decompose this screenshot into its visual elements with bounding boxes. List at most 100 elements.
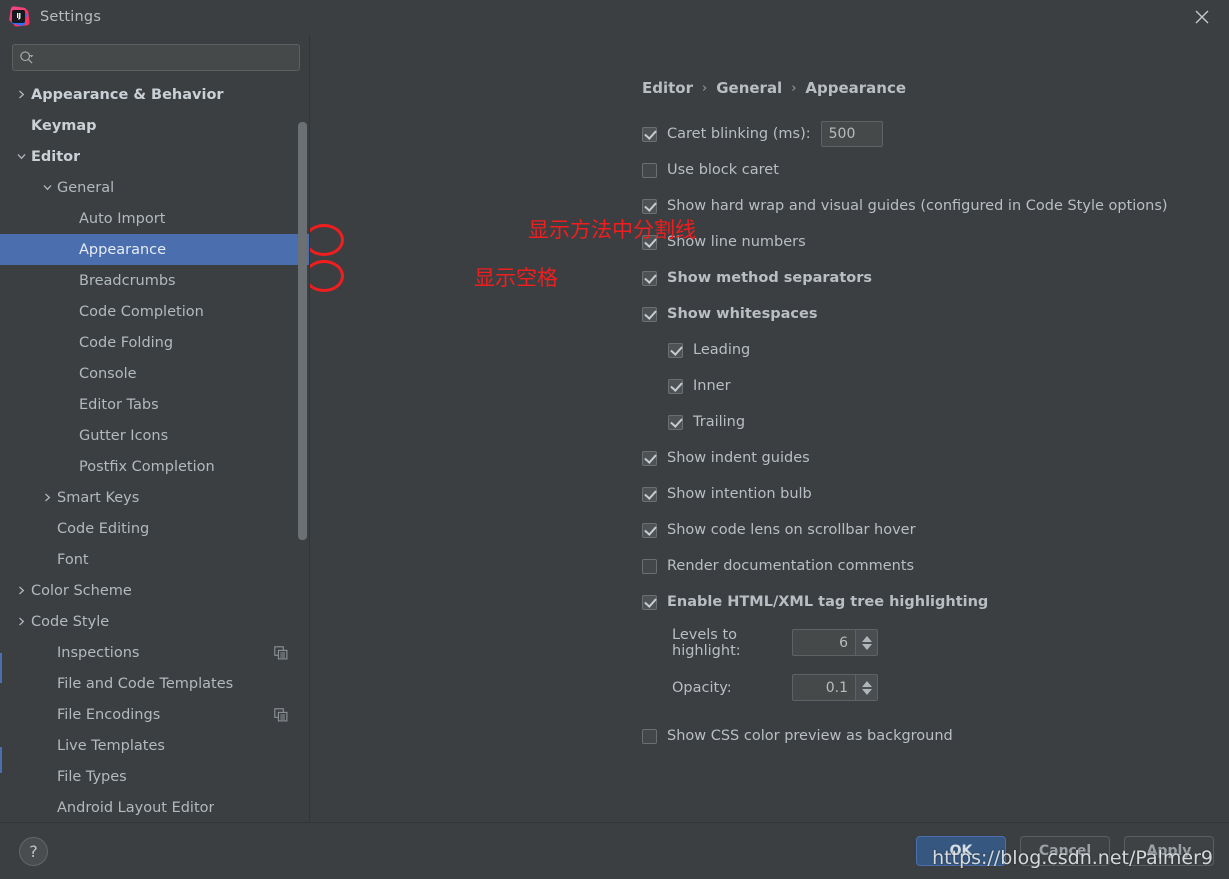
search-container: [0, 34, 310, 77]
label-opacity: Opacity:: [672, 679, 732, 696]
annotation-ellipse-method-separators: [310, 224, 344, 256]
settings-tree[interactable]: Appearance & Behavior Keymap Editor General…: [0, 77, 310, 822]
label-trailing: Trailing: [693, 414, 746, 430]
checkbox-show-method-separators[interactable]: [642, 270, 657, 286]
sidebar-item-general[interactable]: General: [0, 172, 310, 203]
sidebar-item-smart-keys[interactable]: Smart Keys: [0, 482, 310, 513]
breadcrumb-separator-1: ›: [702, 80, 708, 96]
checkbox-show-css-preview[interactable]: [642, 728, 657, 744]
spinner-down-icon[interactable]: [861, 643, 872, 650]
sidebar-item-label: Console: [79, 365, 137, 382]
row-show-method-separators: Show method separators: [642, 260, 1229, 296]
sidebar-item-appearance-behavior[interactable]: Appearance & Behavior: [0, 79, 310, 110]
label-show-method-separators: Show method separators: [667, 270, 872, 286]
sidebar-item-breadcrumbs[interactable]: Breadcrumbs: [0, 265, 310, 296]
sidebar-item-font[interactable]: Font: [0, 544, 310, 575]
breadcrumb-appearance[interactable]: Appearance: [805, 79, 906, 97]
spinner-up-icon[interactable]: [861, 635, 872, 642]
row-show-intention-bulb: Show intention bulb: [642, 476, 1229, 512]
label-use-block-caret: Use block caret: [667, 162, 779, 178]
spinner-value-opacity[interactable]: 0.1: [793, 675, 855, 700]
input-caret-blinking-ms[interactable]: 500: [820, 121, 883, 147]
checkbox-enable-html-xml[interactable]: [642, 594, 657, 610]
sidebar-item-label: Code Completion: [79, 303, 204, 320]
sidebar-scrollbar-thumb[interactable]: [298, 122, 307, 540]
sidebar-item-file-and-code-templates[interactable]: File and Code Templates: [0, 668, 310, 699]
sidebar-item-code-completion[interactable]: Code Completion: [0, 296, 310, 327]
sidebar-item-label: Code Editing: [57, 520, 150, 537]
sidebar-item-code-editing[interactable]: Code Editing: [0, 513, 310, 544]
sidebar-item-code-folding[interactable]: Code Folding: [0, 327, 310, 358]
checkbox-show-code-lens[interactable]: [642, 522, 657, 538]
label-render-doc-comments: Render documentation comments: [667, 558, 915, 574]
breadcrumb-separator-2: ›: [791, 80, 797, 96]
sidebar-item-label: File and Code Templates: [57, 675, 234, 692]
spinner-opacity[interactable]: 0.1: [792, 674, 878, 701]
chevron-right-icon[interactable]: [14, 584, 28, 598]
sidebar-item-code-style[interactable]: Code Style: [0, 606, 310, 637]
search-input[interactable]: [35, 50, 293, 65]
checkbox-use-block-caret[interactable]: [642, 162, 657, 178]
annotation-text-whitespaces: 显示空格: [474, 266, 558, 290]
checkbox-inner[interactable]: [668, 378, 683, 394]
sidebar-item-label: Inspections: [57, 644, 140, 661]
spinner-down-icon-opacity[interactable]: [861, 688, 872, 695]
sidebar-item-label: Gutter Icons: [79, 427, 169, 444]
sidebar-item-postfix-completion[interactable]: Postfix Completion: [0, 451, 310, 482]
row-show-indent-guides: Show indent guides: [642, 440, 1229, 476]
row-levels-to-highlight: Levels to highlight: 6: [642, 620, 1229, 665]
chevron-down-icon[interactable]: [40, 181, 54, 195]
label-inner: Inner: [693, 378, 731, 394]
sidebar-item-editor[interactable]: Editor: [0, 141, 310, 172]
sidebar-item-label: File Types: [57, 768, 127, 785]
sidebar-item-label: Android Layout Editor: [57, 799, 215, 816]
checkbox-caret-blinking[interactable]: [642, 126, 657, 142]
dialog-footer: ? OK Cancel Apply https://blog.csdn.net/…: [0, 822, 1229, 879]
label-show-intention-bulb: Show intention bulb: [667, 486, 812, 502]
checkbox-show-indent-guides[interactable]: [642, 450, 657, 466]
sidebar-item-appearance[interactable]: Appearance: [0, 234, 310, 265]
checkbox-show-hard-wrap[interactable]: [642, 198, 657, 214]
row-inner: Inner: [642, 368, 1229, 404]
sidebar-item-android-layout-editor[interactable]: Android Layout Editor: [0, 792, 310, 822]
sidebar-item-auto-import[interactable]: Auto Import: [0, 203, 310, 234]
search-box[interactable]: [12, 44, 300, 71]
copy-icon[interactable]: [274, 645, 288, 660]
breadcrumb-general[interactable]: General: [716, 79, 782, 97]
sidebar-item-label: Postfix Completion: [79, 458, 215, 475]
help-button[interactable]: ?: [19, 836, 48, 866]
sidebar-item-label: Code Style: [31, 613, 110, 630]
sidebar-item-label: General: [57, 179, 115, 196]
sidebar-item-label: Appearance: [79, 241, 167, 258]
sidebar-item-color-scheme[interactable]: Color Scheme: [0, 575, 310, 606]
sidebar-item-keymap[interactable]: Keymap: [0, 110, 310, 141]
breadcrumb-editor[interactable]: Editor: [642, 79, 693, 97]
close-icon[interactable]: [1189, 5, 1215, 29]
checkbox-trailing[interactable]: [668, 414, 683, 430]
spinner-buttons-opacity[interactable]: [855, 675, 877, 700]
spinner-buttons-levels[interactable]: [855, 630, 877, 655]
sidebar-item-console[interactable]: Console: [0, 358, 310, 389]
chevron-down-icon[interactable]: [14, 150, 28, 164]
sidebar-item-label: Code Folding: [79, 334, 174, 351]
row-leading: Leading: [642, 332, 1229, 368]
sidebar-item-live-templates[interactable]: Live Templates: [0, 730, 310, 761]
sidebar-item-label: File Encodings: [57, 706, 161, 723]
checkbox-render-doc-comments[interactable]: [642, 558, 657, 574]
chevron-right-icon[interactable]: [14, 615, 28, 629]
checkbox-leading[interactable]: [668, 342, 683, 358]
sidebar-item-editor-tabs[interactable]: Editor Tabs: [0, 389, 310, 420]
spinner-value-levels[interactable]: 6: [793, 630, 855, 655]
chevron-right-icon[interactable]: [40, 491, 54, 505]
copy-icon[interactable]: [274, 707, 288, 722]
chevron-right-icon[interactable]: [14, 88, 28, 102]
spinner-levels-to-highlight[interactable]: 6: [792, 629, 878, 656]
checkbox-show-whitespaces[interactable]: [642, 306, 657, 322]
sidebar-item-inspections[interactable]: Inspections: [0, 637, 310, 668]
label-show-indent-guides: Show indent guides: [667, 450, 810, 466]
spinner-up-icon-opacity[interactable]: [861, 680, 872, 687]
sidebar-item-file-encodings[interactable]: File Encodings: [0, 699, 310, 730]
sidebar-item-file-types[interactable]: File Types: [0, 761, 310, 792]
sidebar-item-gutter-icons[interactable]: Gutter Icons: [0, 420, 310, 451]
checkbox-show-intention-bulb[interactable]: [642, 486, 657, 502]
